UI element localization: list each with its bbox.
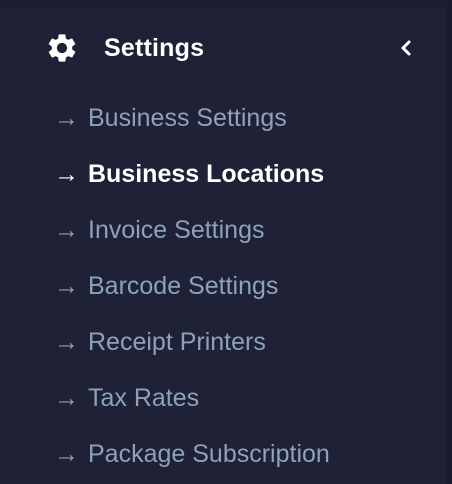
submenu-item-label: Barcode Settings — [88, 271, 279, 300]
arrow-right-icon: → — [54, 159, 79, 188]
submenu-item-label: Business Settings — [88, 103, 287, 132]
arrow-right-icon: → — [54, 439, 79, 468]
chevron-left-icon[interactable] — [397, 38, 415, 58]
settings-submenu: → Business Settings → Business Locations… — [0, 90, 452, 482]
gear-icon — [48, 34, 76, 62]
submenu-item-label: Invoice Settings — [88, 215, 265, 244]
settings-section-title: Settings — [104, 34, 205, 62]
submenu-item-business-locations[interactable]: → Business Locations — [0, 146, 452, 202]
submenu-item-business-settings[interactable]: → Business Settings — [0, 90, 452, 146]
arrow-right-icon: → — [54, 215, 79, 244]
top-divider — [0, 0, 452, 9]
submenu-item-label: Receipt Printers — [88, 327, 266, 356]
settings-sidebar: Settings → Business Settings → Business … — [0, 0, 452, 484]
submenu-item-label: Tax Rates — [88, 383, 200, 412]
submenu-item-invoice-settings[interactable]: → Invoice Settings — [0, 202, 452, 258]
submenu-item-receipt-printers[interactable]: → Receipt Printers — [0, 314, 452, 370]
arrow-right-icon: → — [54, 383, 79, 412]
arrow-right-icon: → — [54, 103, 79, 132]
submenu-item-label: Package Subscription — [88, 439, 330, 468]
submenu-item-package-subscription[interactable]: → Package Subscription — [0, 426, 452, 482]
arrow-right-icon: → — [54, 271, 79, 300]
arrow-right-icon: → — [54, 327, 79, 356]
settings-section-header[interactable]: Settings — [0, 24, 452, 72]
submenu-item-barcode-settings[interactable]: → Barcode Settings — [0, 258, 452, 314]
submenu-item-label: Business Locations — [88, 159, 325, 188]
submenu-item-tax-rates[interactable]: → Tax Rates — [0, 370, 452, 426]
